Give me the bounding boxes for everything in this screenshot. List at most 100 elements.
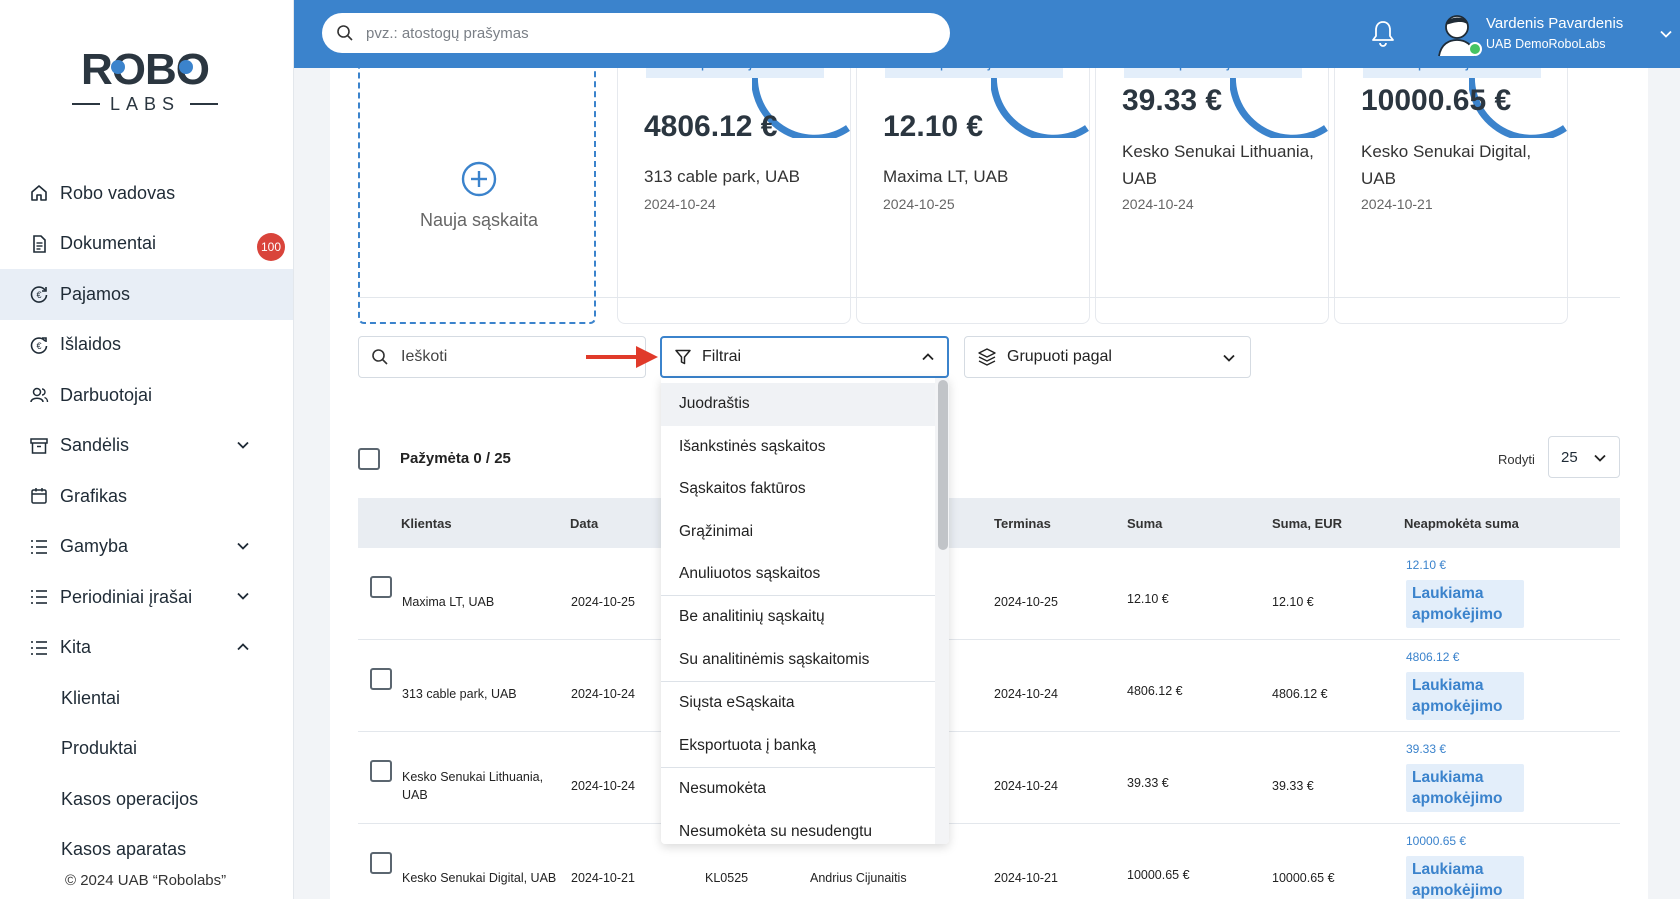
invoice-card[interactable]: apmokėjimo 10000.65 € Kesko Senukai Digi… [1334, 68, 1568, 324]
group-by-dropdown[interactable]: Grupuoti pagal [964, 336, 1251, 378]
card-date: 2024-10-21 [1361, 196, 1433, 212]
chevron-up-icon[interactable] [236, 640, 250, 654]
sidebar-item-label: Kita [60, 637, 92, 658]
cell-number: KL0525 [705, 871, 749, 885]
cell-sum-eur: 39.33 € [1272, 779, 1314, 793]
filter-option-nesumoketa[interactable]: Nesumokėta [661, 768, 945, 811]
user-name[interactable]: Vardenis Pavardenis [1486, 15, 1623, 32]
global-search[interactable] [322, 13, 950, 53]
search-icon [337, 25, 353, 41]
filter-option-su-analitinemis[interactable]: Su analitinėmis sąskaitomis [661, 639, 945, 682]
section-divider [358, 297, 1620, 298]
top-header: Vardenis Pavardenis UAB DemoRoboLabs [294, 0, 1680, 68]
chevron-down-icon[interactable] [236, 589, 250, 603]
invoice-card[interactable]: apmokėjimo 12.10 € Maxima LT, UAB 2024-1… [856, 68, 1090, 324]
filter-option-isankstines[interactable]: Išankstinės sąskaitos [661, 426, 945, 469]
sidebar-item-label: Klientai [61, 687, 121, 708]
sidebar-item-dokumentai[interactable]: Dokumentai 100 [0, 219, 293, 270]
card-client: Maxima LT, UAB [883, 167, 1009, 186]
sidebar-item-label: Kasos operacijos [61, 788, 199, 809]
svg-text:€: € [36, 341, 41, 351]
sidebar-item-label: Robo vadovas [60, 182, 176, 203]
per-page-select[interactable]: 25 [1548, 436, 1620, 478]
red-arrow-annotation [586, 346, 658, 368]
column-header-sum-eur[interactable]: Suma, EUR [1272, 516, 1342, 531]
list-icon [28, 586, 50, 608]
per-page-label: Rodyti [1498, 452, 1535, 467]
filter-option-be-analitiniu[interactable]: Be analitinių sąskaitų [661, 596, 945, 639]
status-pill: Laukiama apmokėjimo [1406, 580, 1524, 628]
filters-dropdown-button[interactable]: Filtrai [660, 336, 949, 378]
chevron-down-icon [1223, 354, 1235, 362]
filter-option-grazinimai[interactable]: Grąžinimai [661, 511, 945, 554]
table-search-placeholder: Ieškoti [401, 348, 448, 365]
sidebar-item-robo-vadovas[interactable]: Robo vadovas [0, 168, 293, 219]
sidebar-item-sandelis[interactable]: Sandėlis [0, 421, 293, 472]
new-invoice-card[interactable]: Nauja sąskaita [358, 68, 596, 324]
column-header-client[interactable]: Klientas [401, 516, 452, 531]
card-date: 2024-10-24 [644, 196, 716, 212]
cell-unpaid: 39.33 € [1406, 742, 1447, 756]
sidebar-item-darbuotojai[interactable]: Darbuotojai [0, 370, 293, 421]
invoice-card[interactable]: apmokėjimo 39.33 € Kesko Senukai Lithuan… [1095, 68, 1329, 324]
arc-decoration [1230, 68, 1328, 138]
table-row[interactable]: 313 cable park, UAB 2024-10-24 2024-10-2… [358, 640, 1620, 732]
cell-date: 2024-10-25 [571, 595, 635, 609]
sidebar-item-kasos-operacijos[interactable]: Kasos operacijos [0, 774, 293, 825]
column-header-unpaid[interactable]: Neapmokėta suma [1404, 516, 1519, 531]
card-amount: 12.10 € [883, 110, 984, 143]
sidebar-item-gamyba[interactable]: Gamyba [0, 522, 293, 573]
row-checkbox[interactable] [370, 852, 392, 874]
selected-count: Pažymėta 0 / 25 [400, 450, 511, 467]
row-checkbox[interactable] [370, 760, 392, 782]
filter-option-eksportuota[interactable]: Eksportuota į banką [661, 725, 945, 768]
card-amount: 4806.12 € [644, 110, 778, 143]
dropdown-scrollbar[interactable] [938, 380, 948, 550]
online-status-dot [1468, 42, 1482, 56]
sidebar-item-klientai[interactable]: Klientai [0, 673, 293, 724]
card-amount: 39.33 € [1122, 84, 1223, 117]
column-header-term[interactable]: Terminas [994, 516, 1051, 531]
search-icon [372, 349, 388, 365]
table-row[interactable]: Kesko Senukai Lithuania, UAB 2024-10-24 … [358, 732, 1620, 824]
status-tag: apmokėjimo [885, 68, 1063, 78]
select-all-checkbox[interactable] [358, 448, 380, 470]
sidebar-item-produktai[interactable]: Produktai [0, 724, 293, 775]
filter-option-saskaitos-fakturos[interactable]: Sąskaitos faktūros [661, 468, 945, 511]
copyright: © 2024 UAB “Robolabs” [65, 872, 293, 899]
filter-option-juodrastis[interactable]: Juodraštis [661, 383, 945, 426]
cell-date: 2024-10-24 [571, 779, 635, 793]
bell-icon[interactable] [1369, 19, 1397, 49]
row-checkbox[interactable] [370, 576, 392, 598]
arc-decoration [991, 68, 1089, 138]
filter-option-nesumoketa-nesudengtu[interactable]: Nesumokėta su nesudengtu [661, 811, 945, 845]
global-search-input[interactable] [366, 24, 926, 42]
sidebar-item-label: Produktai [61, 738, 138, 759]
filter-option-siusta-esaskaita[interactable]: Siųsta eSąskaita [661, 682, 945, 725]
status-pill: Laukiama apmokėjimo [1406, 856, 1524, 899]
status-tag: apmokėjimo [1124, 68, 1302, 78]
new-invoice-label: Nauja sąskaita [419, 210, 539, 230]
column-header-date[interactable]: Data [570, 516, 598, 531]
invoice-card[interactable]: apmokėjimo 4806.12 € 313 cable park, UAB… [617, 68, 851, 324]
chevron-down-icon[interactable] [236, 438, 250, 452]
robolabs-logo[interactable]: ROBO LABS [70, 44, 220, 122]
filter-option-anuliuotos[interactable]: Anuliuotos sąskaitos [661, 553, 945, 596]
sidebar-item-islaidos[interactable]: € Išlaidos [0, 320, 293, 371]
chevron-down-icon[interactable] [236, 539, 250, 553]
sidebar-item-periodiniai-irasai[interactable]: Periodiniai įrašai [0, 572, 293, 623]
chevron-down-icon[interactable] [1659, 27, 1673, 41]
cell-sum: 12.10 € [1127, 592, 1169, 606]
sidebar-item-kasos-aparatas[interactable]: Kasos aparatas [0, 825, 293, 876]
column-header-sum[interactable]: Suma [1127, 516, 1162, 531]
table-row[interactable]: Kesko Senukai Digital, UAB 2024-10-21 KL… [358, 824, 1620, 899]
cell-sum-eur: 10000.65 € [1272, 871, 1335, 885]
layers-icon [978, 348, 996, 366]
filters-dropdown-menu: Juodraštis Išankstinės sąskaitos Sąskait… [661, 378, 949, 844]
row-checkbox[interactable] [370, 668, 392, 690]
sidebar-item-pajamos[interactable]: € Pajamos [0, 269, 293, 320]
sidebar-item-grafikas[interactable]: Grafikas [0, 471, 293, 522]
table-row[interactable]: Maxima LT, UAB 2024-10-25 2024-10-25 12.… [358, 548, 1620, 640]
per-page-value: 25 [1561, 448, 1578, 466]
sidebar-item-kita[interactable]: Kita [0, 623, 293, 674]
